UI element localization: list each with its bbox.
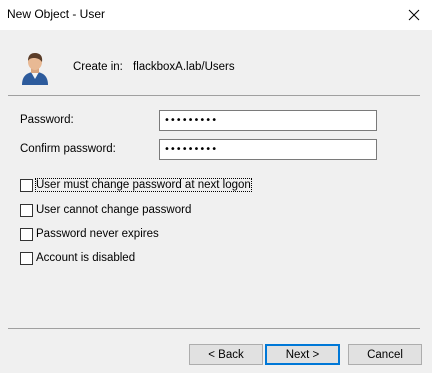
must-change-password-checkbox[interactable] (20, 178, 33, 192)
user-icon (22, 53, 48, 85)
password-label: Password: (20, 114, 74, 126)
title-bar: New Object - User (0, 0, 432, 30)
must-change-password-label: User must change password at next logon (35, 178, 252, 192)
password-never-expires-label: Password never expires (36, 228, 159, 240)
create-in-label: Create in: (73, 61, 123, 73)
password-never-expires-checkbox[interactable] (20, 227, 33, 241)
confirm-password-label: Confirm password: (20, 143, 116, 155)
bottom-separator (8, 328, 420, 329)
cancel-button[interactable]: Cancel (348, 344, 422, 365)
cannot-change-password-option[interactable]: User cannot change password (20, 202, 191, 218)
close-icon (408, 9, 420, 21)
window-title: New Object - User (7, 7, 106, 21)
cannot-change-password-checkbox[interactable] (20, 203, 33, 217)
close-button[interactable] (396, 0, 432, 30)
password-never-expires-option[interactable]: Password never expires (20, 226, 159, 242)
account-disabled-checkbox[interactable] (20, 251, 33, 265)
top-separator (8, 95, 420, 96)
confirm-password-field[interactable] (159, 139, 377, 160)
create-in-path: flackboxA.lab/Users (133, 61, 235, 73)
must-change-password-option[interactable]: User must change password at next logon (20, 177, 252, 193)
account-disabled-label: Account is disabled (36, 252, 136, 264)
back-button[interactable]: < Back (189, 344, 263, 365)
next-button[interactable]: Next > (265, 344, 340, 365)
cannot-change-password-label: User cannot change password (36, 204, 192, 216)
account-disabled-option[interactable]: Account is disabled (20, 250, 135, 266)
password-field[interactable] (159, 110, 377, 131)
